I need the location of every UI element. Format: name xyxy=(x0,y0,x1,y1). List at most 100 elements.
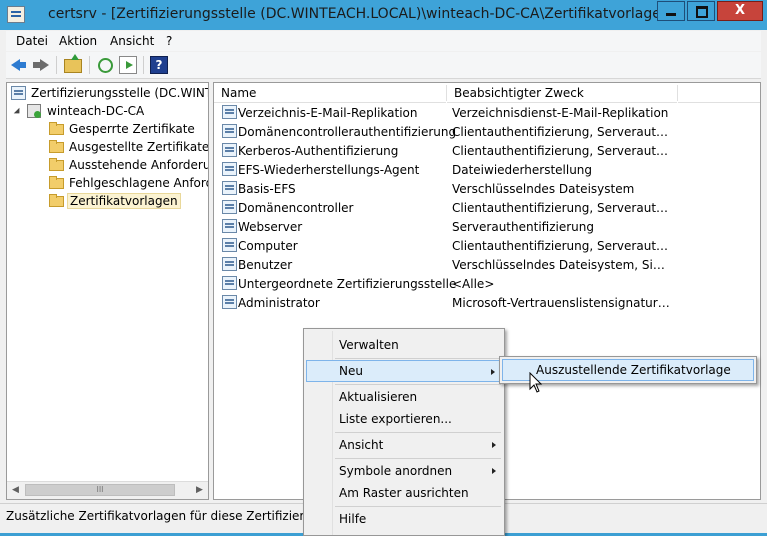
menu-item-label: Auszustellende Zertifikatvorlage xyxy=(536,363,731,377)
template-name: EFS-Wiederherstellungs-Agent xyxy=(238,163,420,177)
window-title: certsrv - [Zertifizierungsstelle (DC.WIN… xyxy=(48,6,676,22)
menu-ansicht[interactable]: Ansicht xyxy=(110,34,154,48)
menu-item-verwalten[interactable]: Verwalten xyxy=(306,334,502,356)
template-purpose: Verschlüsselndes Dateisystem, Sichere E.… xyxy=(452,258,670,272)
folder-icon xyxy=(49,158,64,171)
menu-item-label: Am Raster ausrichten xyxy=(339,486,469,500)
certificate-template-icon xyxy=(222,295,237,309)
template-purpose: Microsoft-Vertrauenslistensignatur, Ver.… xyxy=(452,296,670,310)
tree-item-label: Ausgestellte Zertifikate xyxy=(69,140,209,154)
certificate-template-icon xyxy=(222,200,237,214)
list-item[interactable]: Benutzer Verschlüsselndes Dateisystem, S… xyxy=(222,256,752,275)
scroll-thumb[interactable]: III xyxy=(25,484,175,496)
certificate-template-icon xyxy=(222,257,237,271)
template-purpose: Clientauthentifizierung, Serverauthentif… xyxy=(452,201,670,215)
forward-arrow-icon[interactable] xyxy=(32,56,50,74)
list-item[interactable]: Webserver Serverauthentifizierung xyxy=(222,218,752,237)
back-arrow-icon[interactable] xyxy=(10,56,28,74)
menu-item-am-raster-ausrichten[interactable]: Am Raster ausrichten xyxy=(306,482,502,504)
menu-item-label: Ansicht xyxy=(339,438,384,452)
menu-item-symbole-anordnen[interactable]: Symbole anordnen xyxy=(306,460,502,482)
menu-item-label: Neu xyxy=(339,364,363,378)
list-item[interactable]: Administrator Microsoft-Vertrauenslisten… xyxy=(222,294,752,313)
certificate-template-icon xyxy=(222,124,237,138)
ca-server-icon xyxy=(27,104,41,118)
menu-item-aktualisieren[interactable]: Aktualisieren xyxy=(306,386,502,408)
tree-item-ausstehende[interactable]: Ausstehende Anforderungen xyxy=(49,157,208,174)
template-name: Webserver xyxy=(238,220,303,234)
column-header-purpose[interactable]: Beabsichtigter Zweck xyxy=(447,83,677,103)
expand-icon[interactable] xyxy=(13,107,23,117)
menu-datei[interactable]: Datei xyxy=(16,34,48,48)
template-purpose: Verschlüsselndes Dateisystem xyxy=(452,182,635,196)
template-name: Computer xyxy=(238,239,298,253)
tree-ca-node[interactable]: winteach-DC-CA xyxy=(13,103,208,120)
template-purpose: Clientauthentifizierung, Serverauthentif… xyxy=(452,144,670,158)
certificate-template-icon xyxy=(222,143,237,157)
list-item[interactable]: Untergeordnete Zertifizierungsstelle <Al… xyxy=(222,275,752,294)
export-list-icon[interactable] xyxy=(119,56,137,74)
toolbar: ? xyxy=(6,52,761,79)
list-item[interactable]: Domänencontroller Clientauthentifizierun… xyxy=(222,199,752,218)
maximize-button[interactable] xyxy=(687,1,715,21)
list-item[interactable]: Verzeichnis-E-Mail-Replikation Verzeichn… xyxy=(222,104,752,123)
context-menu: Verwalten Neu Aktualisieren Liste export… xyxy=(303,328,505,536)
column-header-label: Beabsichtigter Zweck xyxy=(454,86,584,100)
folder-icon xyxy=(49,194,64,207)
menu-item-ansicht[interactable]: Ansicht xyxy=(306,434,502,456)
minimize-button[interactable] xyxy=(657,1,685,21)
template-name: Benutzer xyxy=(238,258,293,272)
template-purpose: Dateiwiederherstellung xyxy=(452,163,593,177)
scroll-left-icon[interactable]: ◀ xyxy=(7,482,24,499)
submenu-arrow-icon xyxy=(491,369,495,375)
template-purpose: Clientauthentifizierung, Serverauthentif… xyxy=(452,239,670,253)
tree-ca-label: winteach-DC-CA xyxy=(47,104,145,118)
menu-item-label: Liste exportieren... xyxy=(339,412,452,426)
menu-item-neu[interactable]: Neu xyxy=(306,360,502,382)
template-purpose: <Alle> xyxy=(452,277,495,291)
tree-item-label: Zertifikatvorlagen xyxy=(67,193,181,209)
scroll-right-icon[interactable]: ▶ xyxy=(191,482,208,499)
tree-item-gesperrte[interactable]: Gesperrte Zertifikate xyxy=(49,121,208,138)
menu-help[interactable]: ? xyxy=(166,34,172,48)
menu-aktion[interactable]: Aktion xyxy=(59,34,97,48)
close-button[interactable]: X xyxy=(717,1,763,21)
toolbar-separator xyxy=(143,56,144,74)
template-name: Domänencontroller xyxy=(238,201,354,215)
up-folder-icon[interactable] xyxy=(64,54,82,73)
folder-icon xyxy=(49,140,64,153)
tree-item-fehlgeschlagene[interactable]: Fehlgeschlagene Anforderungen xyxy=(49,175,208,192)
menu-bar: Datei Aktion Ansicht ? xyxy=(6,31,761,51)
list-item[interactable]: EFS-Wiederherstellungs-Agent Dateiwieder… xyxy=(222,161,752,180)
list-item[interactable]: Computer Clientauthentifizierung, Server… xyxy=(222,237,752,256)
horizontal-scrollbar[interactable]: ◀ III ▶ xyxy=(7,481,208,499)
menu-separator xyxy=(335,432,501,433)
menu-item-label: Hilfe xyxy=(339,512,367,526)
tree-item-ausgestellte[interactable]: Ausgestellte Zertifikate xyxy=(49,139,209,156)
menu-item-hilfe[interactable]: Hilfe xyxy=(306,508,502,530)
help-icon[interactable]: ? xyxy=(150,56,168,74)
list-item[interactable]: Domänencontrollerauthentifizierung Clien… xyxy=(222,123,752,142)
console-tree: Zertifizierungsstelle (DC.WINTEACH.LOCAL… xyxy=(6,82,209,500)
title-bar[interactable]: certsrv - [Zertifizierungsstelle (DC.WIN… xyxy=(0,0,767,30)
template-purpose: Serverauthentifizierung xyxy=(452,220,594,234)
tree-root-label: Zertifizierungsstelle (DC.WINTEACH.LOCAL… xyxy=(31,86,208,100)
certsrv-app-icon xyxy=(7,6,25,23)
tree-root[interactable]: Zertifizierungsstelle (DC.WINTEACH.LOCAL… xyxy=(11,85,208,102)
refresh-icon[interactable] xyxy=(98,58,113,73)
submenu-arrow-icon xyxy=(492,468,496,474)
list-item[interactable]: Basis-EFS Verschlüsselndes Dateisystem xyxy=(222,180,752,199)
tree-item-zertifikatvorlagen[interactable]: Zertifikatvorlagen xyxy=(49,193,208,210)
close-icon: X xyxy=(734,3,746,18)
menu-separator xyxy=(335,506,501,507)
toolbar-separator xyxy=(89,56,90,74)
list-item[interactable]: Kerberos-Authentifizierung Clientauthent… xyxy=(222,142,752,161)
tree-item-label: Fehlgeschlagene Anforderungen xyxy=(69,176,208,190)
column-header-name[interactable]: Name xyxy=(214,83,446,103)
certificate-template-icon xyxy=(222,238,237,252)
menu-item-liste-exportieren[interactable]: Liste exportieren... xyxy=(306,408,502,430)
folder-icon xyxy=(49,122,64,135)
column-header-empty xyxy=(678,83,760,103)
template-name: Administrator xyxy=(238,296,320,310)
submenu-arrow-icon xyxy=(492,442,496,448)
